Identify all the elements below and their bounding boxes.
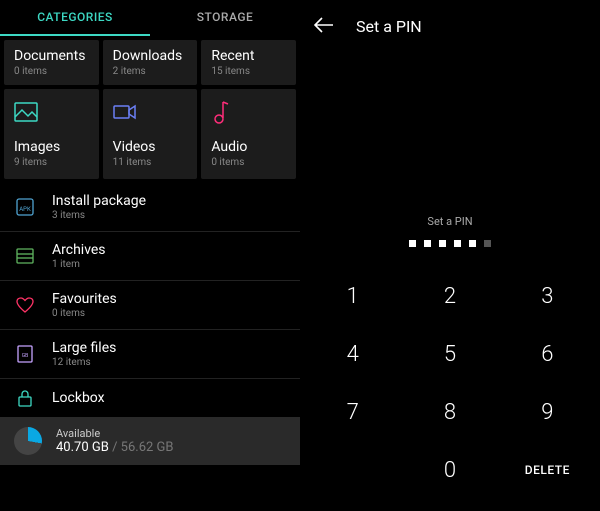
list-text: Large files 12 items — [52, 340, 286, 368]
category-tiles: Documents 0 items Downloads 2 items Rece… — [0, 36, 300, 179]
storage-text: Available 40.70 GB / 56.62 GB — [56, 427, 174, 455]
list-item-install[interactable]: APK Install package 3 items — [0, 183, 300, 232]
pin-dot — [424, 240, 431, 247]
list-title: Lockbox — [52, 390, 286, 406]
tile-title: Videos — [113, 139, 188, 155]
tile-title: Audio — [211, 139, 286, 155]
storage-label: Available — [56, 427, 174, 440]
tile-sub: 0 items — [14, 66, 89, 77]
list-item-archives[interactable]: Archives 1 item — [0, 232, 300, 281]
svg-text:APK: APK — [19, 206, 31, 213]
list-sub: 12 items — [52, 357, 286, 368]
key-6[interactable]: 6 — [499, 325, 596, 383]
list-sub: 1 item — [52, 259, 286, 270]
tile-title: Recent — [211, 48, 286, 64]
audio-icon — [211, 97, 286, 127]
list-item-lockbox[interactable]: Lockbox — [0, 379, 300, 417]
list-text: Lockbox — [52, 390, 286, 406]
category-list: APK Install package 3 items Archives 1 i… — [0, 179, 300, 417]
tile-sub: 9 items — [14, 157, 89, 168]
tile-videos[interactable]: Videos 11 items — [103, 89, 198, 179]
pin-dot — [409, 240, 416, 247]
key-0[interactable]: 0 — [401, 441, 498, 499]
tab-storage[interactable]: STORAGE — [150, 0, 300, 36]
key-7[interactable]: 7 — [304, 383, 401, 441]
heart-icon — [14, 297, 36, 313]
tabs: CATEGORIES STORAGE — [0, 0, 300, 36]
storage-summary[interactable]: Available 40.70 GB / 56.62 GB — [0, 417, 300, 465]
list-title: Install package — [52, 193, 286, 209]
archive-icon — [14, 248, 36, 264]
storage-used: 40.70 GB — [56, 440, 109, 455]
largefile-icon: GB — [14, 345, 36, 363]
tile-sub: 11 items — [113, 157, 188, 168]
key-4[interactable]: 4 — [304, 325, 401, 383]
list-sub: 3 items — [52, 210, 286, 221]
pin-hint: Set a PIN — [427, 215, 472, 228]
list-sub: 0 items — [52, 308, 286, 319]
list-text: Archives 1 item — [52, 242, 286, 270]
list-title: Large files — [52, 340, 286, 356]
videos-icon — [113, 97, 188, 127]
storage-values: 40.70 GB / 56.62 GB — [56, 440, 174, 455]
pin-dot-empty — [484, 240, 491, 247]
list-text: Install package 3 items — [52, 193, 286, 221]
tile-audio[interactable]: Audio 0 items — [201, 89, 296, 179]
tile-title: Images — [14, 139, 89, 155]
file-manager-pane: CATEGORIES STORAGE Documents 0 items Dow… — [0, 0, 300, 511]
back-arrow-icon[interactable] — [314, 14, 338, 38]
tile-sub: 15 items — [211, 66, 286, 77]
tile-documents[interactable]: Documents 0 items — [4, 40, 99, 85]
list-item-favourites[interactable]: Favourites 0 items — [0, 281, 300, 330]
tile-downloads[interactable]: Downloads 2 items — [103, 40, 198, 85]
key-2[interactable]: 2 — [401, 267, 498, 325]
storage-pie-icon — [14, 427, 42, 455]
apk-icon: APK — [14, 198, 36, 216]
storage-total: 56.62 GB — [121, 440, 174, 455]
pin-header: Set a PIN — [300, 0, 600, 52]
key-empty — [304, 441, 401, 499]
pin-display: Set a PIN — [300, 52, 600, 267]
pin-dots — [409, 240, 491, 247]
tile-title: Documents — [14, 48, 89, 64]
pin-dot — [439, 240, 446, 247]
key-5[interactable]: 5 — [401, 325, 498, 383]
tile-recent[interactable]: Recent 15 items — [201, 40, 296, 85]
tab-categories[interactable]: CATEGORIES — [0, 0, 150, 36]
key-9[interactable]: 9 — [499, 383, 596, 441]
svg-text:GB: GB — [22, 353, 29, 359]
key-8[interactable]: 8 — [401, 383, 498, 441]
storage-sep: / — [109, 440, 121, 455]
key-3[interactable]: 3 — [499, 267, 596, 325]
pin-dot — [454, 240, 461, 247]
pin-title: Set a PIN — [356, 17, 422, 36]
pin-dot — [469, 240, 476, 247]
tile-sub: 0 items — [211, 157, 286, 168]
key-1[interactable]: 1 — [304, 267, 401, 325]
keypad: 1 2 3 4 5 6 7 8 9 0 DELETE — [300, 267, 600, 499]
list-title: Archives — [52, 242, 286, 258]
lock-icon — [14, 389, 36, 407]
list-text: Favourites 0 items — [52, 291, 286, 319]
tile-sub: 2 items — [113, 66, 188, 77]
tile-title: Downloads — [113, 48, 188, 64]
images-icon — [14, 97, 89, 127]
pin-pane: Set a PIN Set a PIN 1 2 3 4 5 6 7 8 9 0 … — [300, 0, 600, 511]
key-delete[interactable]: DELETE — [499, 441, 596, 499]
list-title: Favourites — [52, 291, 286, 307]
list-item-largefiles[interactable]: GB Large files 12 items — [0, 330, 300, 379]
tile-images[interactable]: Images 9 items — [4, 89, 99, 179]
